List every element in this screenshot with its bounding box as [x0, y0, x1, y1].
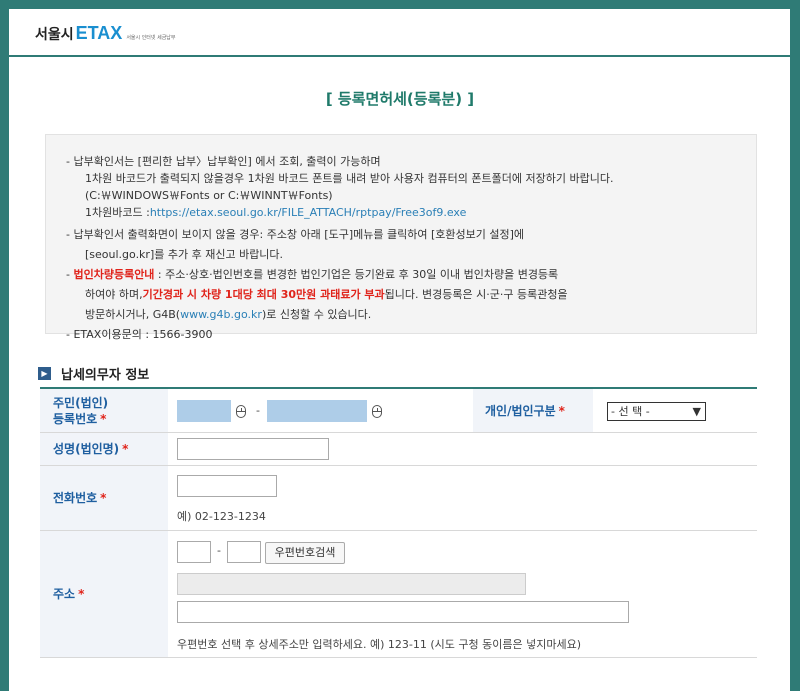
label-name: 성명(법인명) * [40, 433, 168, 465]
address-detail-input[interactable] [177, 601, 629, 623]
corp-vehicle-notice-text: : 주소·상호·법인번호를 변경한 법인기업은 등기완료 후 30일 이내 법인… [154, 268, 559, 281]
reg-number-front-input[interactable] [177, 400, 231, 422]
row-phone: 전화번호 * 예) 02-123-1234 [40, 466, 757, 531]
logo-seoul-text: 서울시 [35, 27, 74, 43]
required-mark: * [78, 587, 85, 601]
reg-number-dash: - [256, 404, 260, 417]
name-field [168, 433, 757, 465]
zipcode-dash: - [217, 544, 221, 557]
label-phone: 전화번호 * [40, 466, 168, 530]
label-address: 주소 * [40, 531, 168, 657]
label-phone-text: 전화번호 [53, 491, 98, 505]
label-address-line: 주소 * [53, 586, 168, 602]
person-type-select[interactable]: - 선 택 - ▼ [607, 402, 706, 421]
row-name: 성명(법인명) * [40, 433, 757, 466]
label-reg-text: 등록번호 [53, 411, 98, 426]
required-mark: * [100, 411, 107, 426]
zipcode-search-button[interactable]: 우편번호검색 [265, 542, 345, 564]
notice-line-6: [seoul.go.kr]를 추가 후 재신고 바랍니다. [85, 248, 284, 261]
g4b-link[interactable]: www.g4b.go.kr [180, 308, 262, 321]
phone-field: 예) 02-123-1234 [168, 466, 757, 530]
person-type-label-text: 개인/법인구분 [485, 404, 556, 418]
notice-line-3: (C:￦WINDOWS￦Fonts or C:￦WINNT￦Fonts) [85, 189, 333, 202]
notice-box: - 납부확인서는 [편리한 납부〉납부확인] 에서 조회, 출력이 가능하며 1… [45, 134, 757, 341]
required-mark: * [558, 403, 565, 418]
notice-line-9: 방문하시거나, G4B(www.g4b.go.kr)로 신청할 수 있습니다. [66, 306, 756, 323]
address-hint: 우편번호 선택 후 상세주소만 입력하세요. 예) 123-11 (시도 구청 … [177, 638, 582, 651]
notice-line-8: 하여야 하며,기간경과 시 차량 1대당 최대 30만원 과태료가 부과됩니다.… [66, 286, 756, 303]
chevron-down-icon: ▼ [692, 405, 701, 418]
virtual-keyboard-icon[interactable] [372, 405, 382, 418]
corp-vehicle-notice-title: 법인차량등록안내 [73, 268, 155, 281]
row-registration-number: 주민(법인) 등록번호 * - 개인/법인구분 * - 선 택 - ▼ [40, 389, 757, 433]
notice-line-7: - 법인차량등록안내 : 주소·상호·법인번호를 변경한 법인기업은 등기완료 … [66, 266, 756, 283]
zipcode-front-input[interactable] [177, 541, 211, 563]
label-reg-line-1: 주민(법인) [53, 395, 109, 410]
header: 서울시 ETAX 서울시 인터넷 세금납부 [9, 9, 790, 57]
address-fields: - 우편번호검색 우편번호 선택 후 상세주소만 입력하세요. 예) 123-1… [168, 531, 757, 657]
notice-line-9-pre: 방문하시거나, G4B( [85, 308, 181, 321]
notice-line-10: - ETAX이용문의 : 1566-3900 [66, 328, 213, 341]
notice-line-4: 1차원바코드 :https://etax.seoul.go.kr/FILE_AT… [66, 204, 756, 221]
section-title-text: 납세의무자 정보 [61, 368, 150, 383]
notice-line-2: 1차원 바코드가 출력되지 않을경우 1차원 바코드 폰트를 내려 받아 사용자… [85, 172, 614, 185]
frame-top-border [0, 0, 800, 9]
required-mark: * [122, 442, 129, 456]
address-base-input[interactable] [177, 573, 526, 595]
page-frame: 서울시 ETAX 서울시 인터넷 세금납부 [ 등록면허세(등록분) ] - 납… [0, 0, 800, 691]
notice-line-8-post: 됩니다. 변경등록은 시·군·구 등록관청을 [384, 288, 568, 301]
row-address: 주소 * - 우편번호검색 우편번호 선택 후 상세주소만 입력하세요. 예) 1… [40, 531, 757, 658]
phone-example: 예) 02-123-1234 [177, 510, 266, 523]
reg-number-back-input[interactable] [267, 400, 367, 422]
seoul-etax-logo[interactable]: 서울시 ETAX 서울시 인터넷 세금납부 [35, 23, 176, 44]
arrow-square-icon: ▶ [38, 367, 51, 380]
zipcode-back-input[interactable] [227, 541, 261, 563]
notice-line-5: - 납부확인서 출력화면이 보이지 않을 경우: 주소창 아래 [도구]메뉴를 … [66, 228, 524, 241]
logo-subtitle: 서울시 인터넷 세금납부 [126, 35, 176, 41]
label-person-type: 개인/법인구분 * [473, 389, 593, 432]
name-input[interactable] [177, 438, 329, 460]
barcode-font-link[interactable]: https://etax.seoul.go.kr/FILE_ATTACH/rpt… [150, 206, 467, 219]
label-address-text: 주소 [53, 587, 76, 601]
notice-line-8-pre: 하여야 하며, [85, 288, 143, 301]
taxpayer-form: 주민(법인) 등록번호 * - 개인/법인구분 * - 선 택 - ▼ 성명(법… [40, 387, 757, 658]
label-name-line: 성명(법인명) * [53, 441, 168, 457]
required-mark: * [100, 491, 107, 505]
label-phone-line: 전화번호 * [53, 490, 168, 506]
barcode-label: 1차원바코드 : [85, 206, 150, 219]
registration-number-fields: - 개인/법인구분 * - 선 택 - ▼ [168, 389, 757, 432]
phone-input[interactable] [177, 475, 277, 497]
logo-etax-text: ETAX [75, 23, 123, 43]
label-name-text: 성명(법인명) [53, 442, 120, 456]
label-reg-line-2: 등록번호 * [53, 411, 168, 427]
person-type-selected: - 선 택 - [611, 405, 650, 418]
penalty-warning: 기간경과 시 차량 1대당 최대 30만원 과태료가 부과 [142, 288, 385, 301]
virtual-keyboard-icon[interactable] [236, 405, 246, 418]
page-title: [ 등록면허세(등록분) ] [325, 90, 475, 108]
label-registration-number: 주민(법인) 등록번호 * [40, 389, 168, 432]
section-title-taxpayer: ▶ 납세의무자 정보 [38, 364, 149, 383]
notice-line-1: - 납부확인서는 [편리한 납부〉납부확인] 에서 조회, 출력이 가능하며 [66, 155, 381, 168]
notice-line-9-post: )로 신청할 수 있습니다. [261, 308, 372, 321]
